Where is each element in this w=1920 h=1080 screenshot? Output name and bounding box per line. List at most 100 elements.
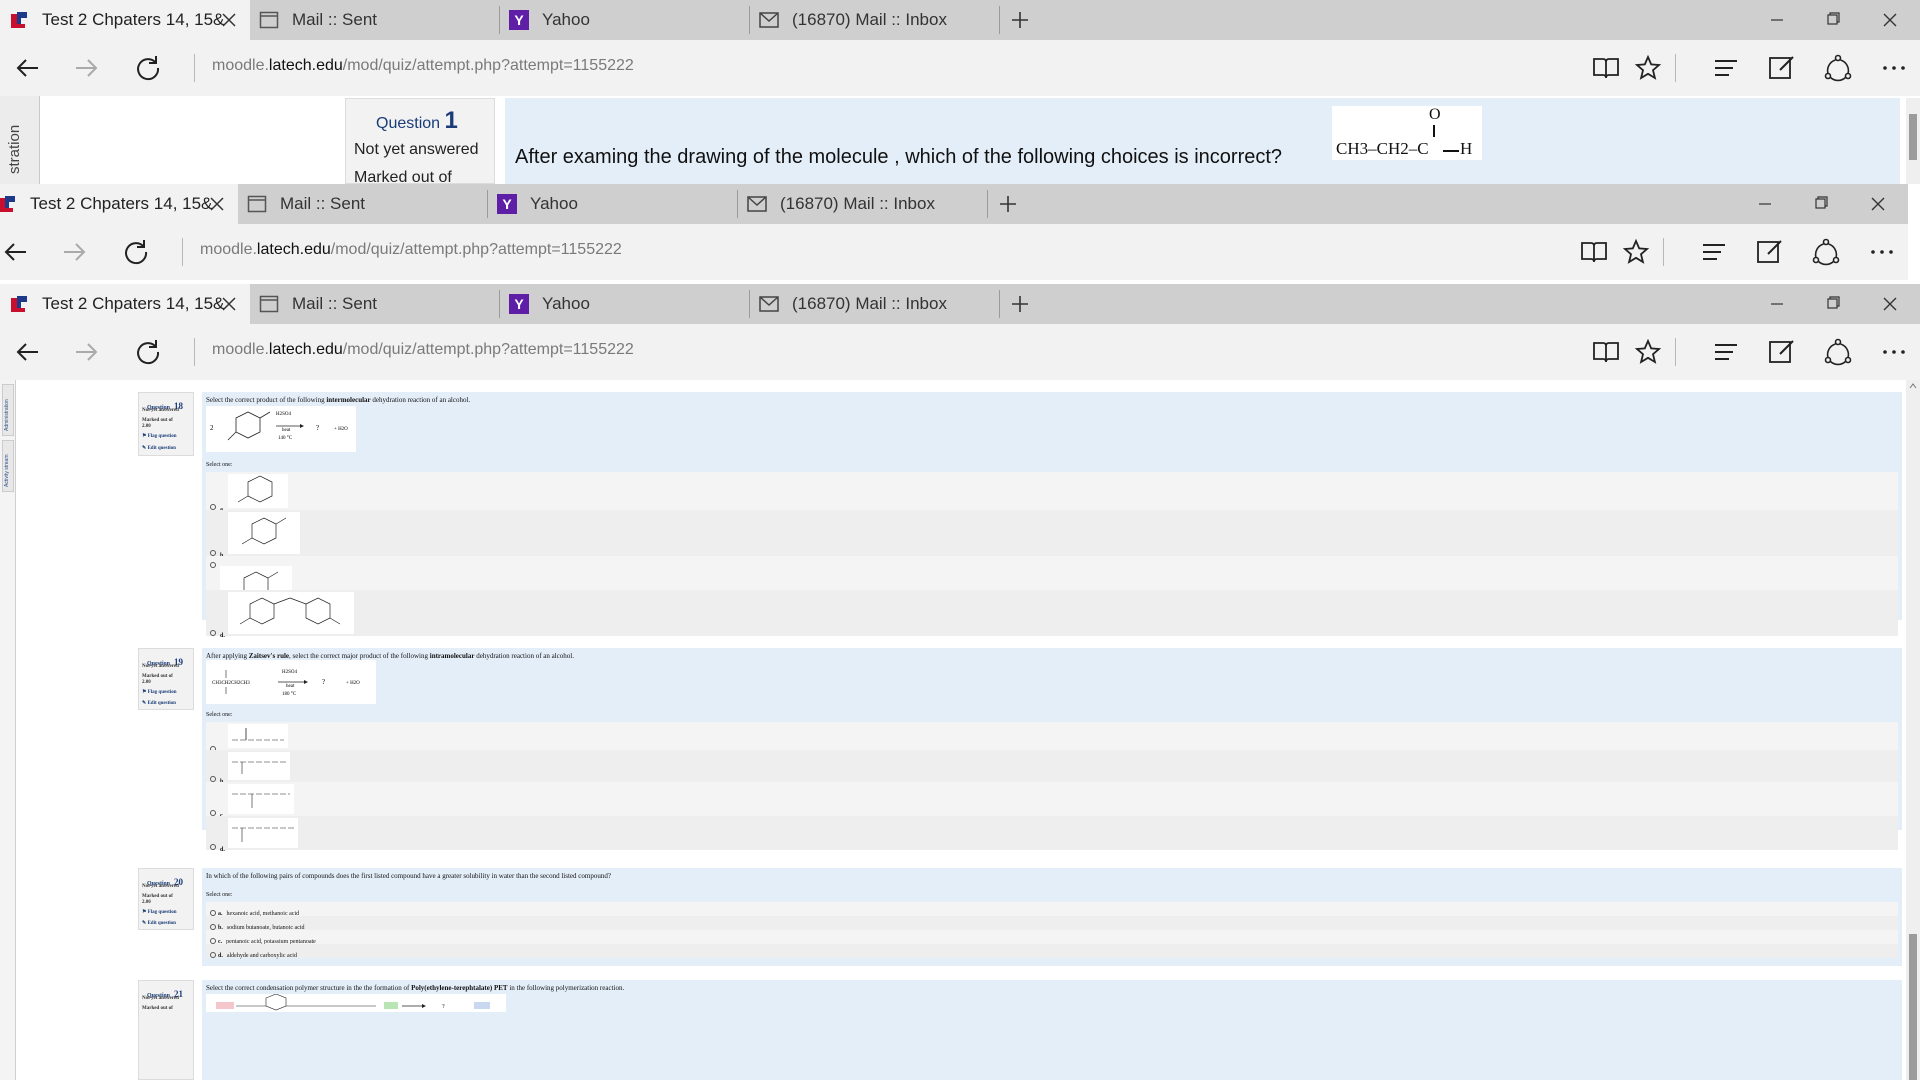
favorite-star-icon[interactable] <box>1620 236 1652 268</box>
flag-icon: ⚑ <box>142 434 147 439</box>
radio-button[interactable] <box>210 909 216 916</box>
radio-button[interactable] <box>210 951 216 958</box>
refresh-icon[interactable] <box>132 52 164 84</box>
option-row-b[interactable]: b. sodium butanoate, butanoic acid <box>206 916 1898 931</box>
radio-button[interactable] <box>210 630 216 637</box>
restore-icon[interactable] <box>1818 290 1848 318</box>
share-icon[interactable] <box>1822 336 1854 368</box>
tab-quiz[interactable]: Test 2 Chpaters 14, 15& <box>0 184 238 224</box>
hub-icon[interactable] <box>1698 236 1730 268</box>
flag-question-link[interactable]: ⚑ Flag question <box>142 433 177 439</box>
option-row-d[interactable]: d. aldehyde and carboxylic acid <box>206 944 1898 959</box>
option-row-a[interactable]: a. <box>206 722 1898 755</box>
polymerization-scheme-image: ? <box>206 994 506 1012</box>
edit-question-link[interactable]: ✎ Edit question <box>142 445 176 451</box>
favorite-star-icon[interactable] <box>1632 52 1664 84</box>
option-row-c[interactable]: c. pentanoic acid, potassium pentanoate <box>206 930 1898 945</box>
scroll-up-icon[interactable] <box>1909 382 1917 390</box>
refresh-icon[interactable] <box>132 336 164 368</box>
new-tab-icon[interactable] <box>1005 6 1035 34</box>
tab-yahoo[interactable]: Y Yahoo <box>488 184 738 224</box>
close-window-icon[interactable] <box>1875 290 1905 318</box>
reading-view-icon[interactable] <box>1590 52 1622 84</box>
flag-question-link[interactable]: ⚑ Flag question <box>142 689 177 695</box>
back-arrow-icon[interactable] <box>12 336 44 368</box>
svg-text:+ H2O: + H2O <box>346 681 360 686</box>
option-row-a[interactable]: a. <box>206 472 1898 513</box>
option-row-b[interactable]: b. <box>206 750 1898 785</box>
new-tab-icon[interactable] <box>993 190 1023 218</box>
share-icon[interactable] <box>1822 52 1854 84</box>
option-row-a[interactable]: a. hexanoic acid, methanoic acid <box>206 902 1898 917</box>
address-field[interactable]: moodle.latech.edu/mod/quiz/attempt.php?a… <box>212 57 634 75</box>
edit-question-link[interactable]: ✎ Edit question <box>142 920 176 926</box>
svg-text:Y: Y <box>514 296 524 312</box>
hub-icon[interactable] <box>1710 336 1742 368</box>
yahoo-icon: Y <box>508 9 530 31</box>
web-note-icon[interactable] <box>1754 236 1786 268</box>
reading-view-icon[interactable] <box>1590 336 1622 368</box>
sidebar-label: Administration <box>4 399 10 431</box>
share-icon[interactable] <box>1810 236 1842 268</box>
web-note-icon[interactable] <box>1766 336 1798 368</box>
tab-mail-sent[interactable]: Mail :: Sent <box>250 0 500 40</box>
more-icon[interactable] <box>1878 52 1910 84</box>
forward-arrow-icon[interactable] <box>58 236 90 268</box>
refresh-icon[interactable] <box>120 236 152 268</box>
close-window-icon[interactable] <box>1863 190 1893 218</box>
radio-button[interactable] <box>210 562 216 569</box>
forward-arrow-icon[interactable] <box>70 336 102 368</box>
close-tab-icon[interactable] <box>218 9 240 31</box>
close-tab-icon[interactable] <box>206 193 228 215</box>
sidebar-tab-administration[interactable]: Administration <box>2 384 14 436</box>
tab-mail-inbox[interactable]: (16870) Mail :: Inbox <box>750 0 1000 40</box>
back-arrow-icon[interactable] <box>12 52 44 84</box>
scrollbar-thumb[interactable] <box>1909 114 1917 160</box>
new-tab-icon[interactable] <box>1005 290 1035 318</box>
option-row-d[interactable]: d. <box>206 590 1898 639</box>
tab-mail-inbox[interactable]: (16870) Mail :: Inbox <box>738 184 988 224</box>
hub-icon[interactable] <box>1710 52 1742 84</box>
restore-icon[interactable] <box>1806 190 1836 218</box>
radio-button[interactable] <box>210 923 216 930</box>
radio-button[interactable] <box>210 937 216 944</box>
more-icon[interactable] <box>1866 236 1898 268</box>
tab-quiz[interactable]: Test 2 Chpaters 14, 15& <box>0 284 250 324</box>
minimize-icon[interactable] <box>1750 190 1780 218</box>
tab-yahoo[interactable]: Y Yahoo <box>500 284 750 324</box>
minimize-icon[interactable] <box>1762 290 1792 318</box>
forward-arrow-icon[interactable] <box>70 52 102 84</box>
back-arrow-icon[interactable] <box>0 236 32 268</box>
close-window-icon[interactable] <box>1875 6 1905 34</box>
scrollbar[interactable] <box>1906 98 1920 184</box>
restore-icon[interactable] <box>1818 6 1848 34</box>
web-note-icon[interactable] <box>1766 52 1798 84</box>
tab-quiz[interactable]: Test 2 Chpaters 14, 15& <box>0 0 250 40</box>
scrollbar[interactable] <box>1906 380 1920 1080</box>
favorite-star-icon[interactable] <box>1632 336 1664 368</box>
minimize-icon[interactable] <box>1762 6 1792 34</box>
reading-view-icon[interactable] <box>1578 236 1610 268</box>
question-status: Not yet answered <box>142 408 179 413</box>
tab-mail-sent[interactable]: Mail :: Sent <box>238 184 488 224</box>
tab-label: (16870) Mail :: Inbox <box>792 294 947 313</box>
option-row-d[interactable]: d. <box>206 816 1898 853</box>
address-field[interactable]: moodle.latech.edu/mod/quiz/attempt.php?a… <box>212 341 634 359</box>
question-info-18: Question 18 Not yet answered Marked out … <box>138 392 194 456</box>
option-row-c[interactable]: c. <box>206 782 1898 819</box>
flag-question-link[interactable]: ⚑ Flag question <box>142 909 177 915</box>
more-icon[interactable] <box>1878 336 1910 368</box>
sidebar-tab-activity[interactable]: Activity stream <box>2 440 14 492</box>
address-field[interactable]: moodle.latech.edu/mod/quiz/attempt.php?a… <box>200 241 622 259</box>
close-tab-icon[interactable] <box>218 293 240 315</box>
scrollbar-thumb[interactable] <box>1909 934 1917 1080</box>
radio-button[interactable] <box>210 844 216 851</box>
tab-mail-sent[interactable]: Mail :: Sent <box>250 284 500 324</box>
option-a-structure-image <box>228 474 288 508</box>
option-row-b[interactable]: b. <box>206 510 1898 559</box>
tab-mail-inbox[interactable]: (16870) Mail :: Inbox <box>750 284 1000 324</box>
tab-yahoo[interactable]: Y Yahoo <box>500 0 750 40</box>
admin-side-tab[interactable]: stration <box>0 96 40 184</box>
option-b-structure-image <box>228 752 290 780</box>
edit-question-link[interactable]: ✎ Edit question <box>142 700 176 706</box>
